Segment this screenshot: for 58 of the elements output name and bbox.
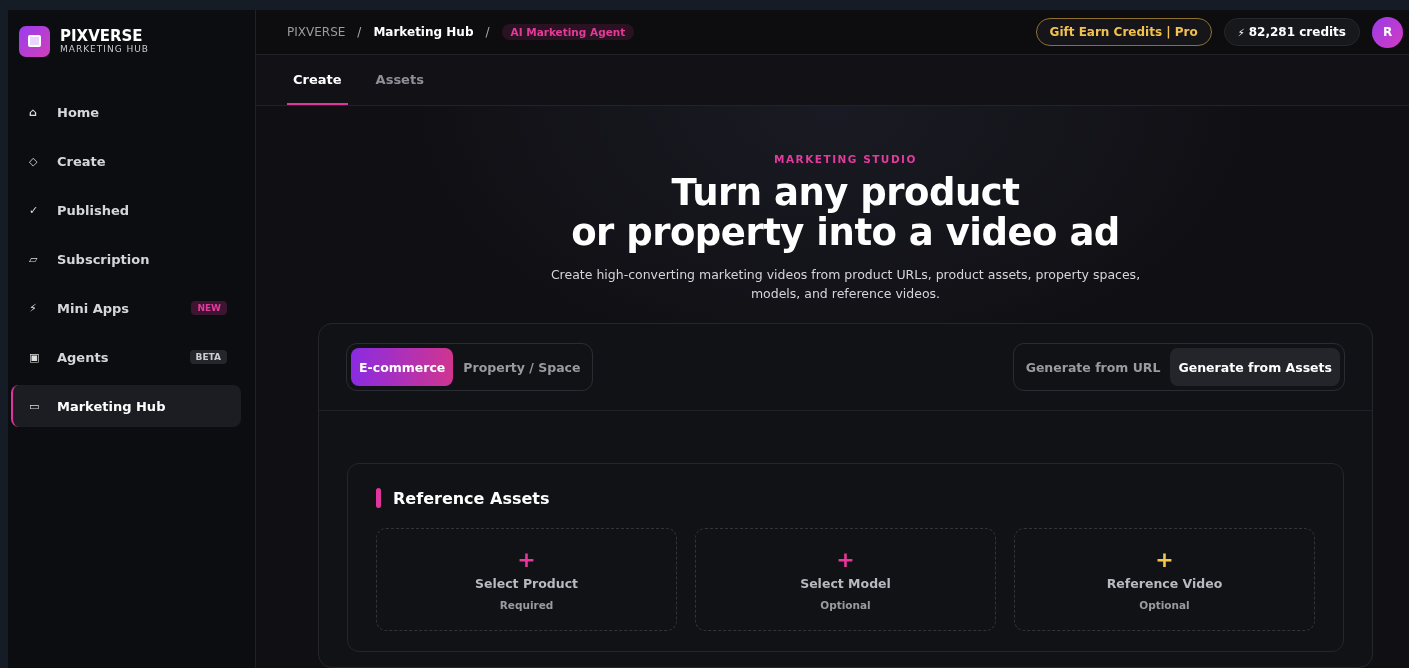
breadcrumb-separator: /: [485, 25, 490, 39]
toggle-option[interactable]: Property / Space: [455, 348, 589, 386]
nav-label: Subscription: [57, 251, 151, 267]
sidebar-item[interactable]: ▱ Subscription: [11, 238, 241, 280]
section-title: Reference Assets: [393, 488, 550, 508]
nav-label: Published: [57, 202, 131, 218]
hero-description: Create high-converting marketing videos from product URLs, product assets, property spaces, models, and reference videos.: [549, 266, 1142, 303]
breadcrumb-current: Marketing Hub: [373, 25, 474, 39]
slot-note: Optional: [1139, 598, 1190, 611]
credits-count: 82,281 credits: [1248, 25, 1346, 39]
nav-label: Agents: [57, 349, 110, 365]
lightning-icon: ⚡: [1237, 26, 1245, 38]
nav-icon: ▭: [29, 399, 57, 413]
toggle-option[interactable]: Generate from URL: [1017, 348, 1169, 386]
slot-note: Required: [499, 598, 554, 611]
nav-icon: ▱: [29, 252, 57, 266]
credits-button[interactable]: ⚡ 82,281 credits: [1223, 18, 1360, 46]
eyebrow-label: MARKETING STUDIO: [774, 153, 917, 165]
toggle-option[interactable]: E-commerce: [351, 348, 454, 386]
brand-name: PIXVERSE: [60, 27, 144, 44]
nav-badge: NEW: [191, 301, 227, 315]
slot-label: Select Product: [474, 575, 579, 591]
upload-slot[interactable]: + Select Product Required: [376, 528, 677, 631]
nav-badge: BETA: [189, 350, 227, 364]
plus-icon: +: [836, 548, 855, 571]
breadcrumb-separator: /: [357, 25, 362, 39]
nav-icon: ◇: [29, 154, 57, 168]
plus-icon: +: [517, 548, 536, 571]
nav-icon: ⌂: [29, 105, 57, 119]
avatar-button[interactable]: R: [1372, 16, 1403, 48]
brand-subtitle: MARKETING HUB: [60, 43, 149, 55]
upload-slot[interactable]: + Reference Video Optional: [1014, 528, 1315, 631]
breadcrumb-tag: AI Marketing Agent: [501, 24, 635, 40]
accent-bar: [376, 488, 381, 508]
nav-icon: ▣: [29, 350, 57, 364]
slot-note: Optional: [820, 598, 871, 611]
plus-icon: +: [1155, 548, 1174, 571]
logo-icon: [19, 25, 50, 57]
nav-icon: ✓: [29, 203, 57, 217]
sidebar-item[interactable]: ▭ Marketing Hub: [11, 385, 241, 427]
toggle-option[interactable]: Generate from Assets: [1170, 348, 1340, 386]
upload-slot[interactable]: + Select Model Optional: [695, 528, 996, 631]
nav-label: Marketing Hub: [57, 398, 167, 414]
sidebar-item[interactable]: ▣ Agents BETA: [11, 336, 241, 378]
nav-label: Home: [57, 104, 101, 120]
nav-label: Create: [57, 153, 107, 169]
sidebar-item[interactable]: ◇ Create: [11, 140, 241, 182]
nav-icon: ⚡: [29, 301, 57, 315]
sidebar-item[interactable]: ✓ Published: [11, 189, 241, 231]
hero-title: Turn any product or property into a video ad: [571, 173, 1120, 253]
sidebar-item[interactable]: ⌂ Home: [11, 91, 241, 133]
tab[interactable]: Assets: [369, 55, 430, 105]
breadcrumb-link[interactable]: PIXVERSE: [287, 25, 346, 39]
sidebar-item[interactable]: ⚡ Mini Apps NEW: [11, 287, 241, 329]
nav-label: Mini Apps: [57, 300, 131, 316]
slot-label: Reference Video: [1106, 575, 1223, 591]
slot-label: Select Model: [800, 575, 891, 591]
gift-credits-button[interactable]: Gift Earn Credits | Pro: [1035, 18, 1212, 46]
